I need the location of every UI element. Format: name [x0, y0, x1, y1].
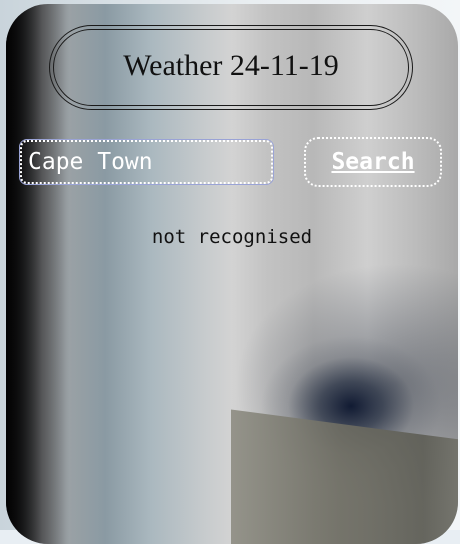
card-background-ground — [231, 409, 458, 544]
search-button[interactable]: Search — [304, 137, 442, 187]
city-search-input[interactable] — [19, 139, 274, 185]
page-title: Weather 24-11-19 — [123, 48, 339, 82]
status-message: not recognised — [151, 226, 313, 248]
weather-card: Weather 24-11-19 Search not recognised — [6, 4, 458, 544]
title-pill: Weather 24-11-19 — [49, 25, 413, 110]
